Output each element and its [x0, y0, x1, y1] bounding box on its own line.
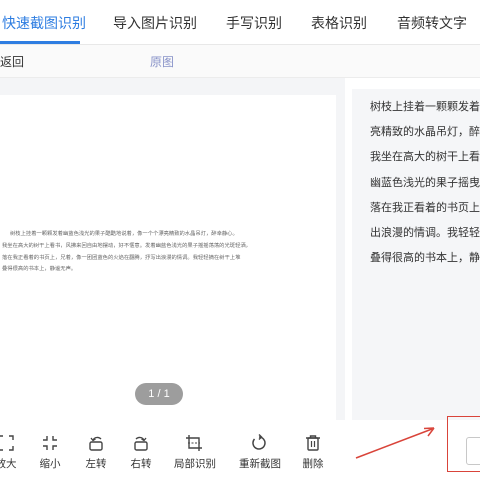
zoom-out-button[interactable]: 缩小	[30, 434, 70, 471]
tab-import-image[interactable]: 导入图片识别	[113, 13, 197, 33]
recapture-label: 重新截图	[239, 458, 281, 470]
captured-image-text: 树枝上挂着一颗颗发着幽蓝色浅光的果子酷酷地说着，像一个个漂亮精致的水晶吊灯，醉幸…	[2, 229, 334, 276]
tab-audio-to-text[interactable]: 音频转文字	[397, 13, 467, 33]
captured-text-line: 树枝上挂着一颗颗发着幽蓝色浅光的果子酷酷地说着，像一个个漂亮精致的水晶吊灯，醉幸…	[10, 231, 238, 237]
recapture-icon	[252, 434, 266, 450]
delete-label: 删除	[302, 458, 324, 470]
zoom-in-icon	[0, 435, 14, 451]
rotate-right-label: 右转	[130, 458, 152, 470]
trash-icon	[306, 435, 320, 451]
zoom-in-button[interactable]: 放大	[0, 434, 26, 471]
rotate-right-button[interactable]: 右转	[121, 434, 161, 471]
result-line: 落在我正看着的书页上，	[370, 202, 480, 214]
sub-bar: 返回 原图	[0, 45, 480, 78]
tab-table[interactable]: 表格识别	[311, 13, 367, 33]
zoom-out-icon	[43, 436, 57, 450]
result-line: 叠得很高的书本上，静谧	[370, 252, 480, 264]
rotate-right-icon	[134, 436, 148, 451]
captured-text-line: 叠得很高的书本上，静谧无声。	[2, 266, 77, 273]
highlighted-button[interactable]	[466, 437, 480, 465]
result-line: 出浪漫的情调。我轻轻摘	[370, 227, 480, 239]
annotation-highlight-box	[447, 416, 480, 472]
delete-button[interactable]: 删除	[293, 434, 333, 471]
page-indicator: 1 / 1	[135, 383, 183, 405]
rotate-left-icon	[89, 436, 103, 451]
partial-recognize-button[interactable]: 局部识别	[174, 434, 216, 471]
zoom-out-label: 缩小	[39, 458, 61, 470]
image-preview-panel: 树枝上挂着一颗颗发着幽蓝色浅光的果子酷酷地说着，像一个个漂亮精致的水晶吊灯，醉幸…	[0, 78, 345, 492]
rotate-left-button[interactable]: 左转	[76, 434, 116, 471]
result-line: 我坐在高大的树干上看书	[370, 151, 480, 163]
original-image-label[interactable]: 原图	[150, 53, 174, 70]
recapture-button[interactable]: 重新截图	[239, 434, 281, 471]
annotation-arrow	[355, 427, 435, 459]
back-button[interactable]: 返回	[0, 53, 24, 70]
partial-recognize-label: 局部识别	[174, 458, 216, 470]
crop-recognize-icon	[186, 435, 202, 451]
captured-text-line: 落在我正看着的书页上，兄着，像一团团蓝色的火焰在翻腾，抒写出浪漫的情调。我轻轻摘…	[2, 254, 241, 261]
active-tab-indicator	[0, 41, 80, 44]
result-line: 亮精致的水晶吊灯，醉幸	[370, 126, 480, 138]
tab-bar: 快速截图识别 导入图片识别 手写识别 表格识别 音频转文字	[0, 0, 480, 45]
result-line: 幽蓝色浅光的果子摇曳的	[370, 177, 480, 189]
recognition-result-panel[interactable]: 树枝上挂着一颗颗发着幽 亮精致的水晶吊灯，醉幸 我坐在高大的树干上看书 幽蓝色浅…	[352, 89, 480, 420]
tab-handwriting[interactable]: 手写识别	[226, 13, 282, 33]
zoom-in-label: 放大	[0, 458, 17, 470]
captured-text-line: 我坐在高大的树干上看书，风拂来回自由地摆动，好不惬意。发着幽蓝色浅光的果子摇摇荡…	[2, 242, 251, 249]
result-line: 树枝上挂着一颗颗发着幽	[370, 101, 480, 113]
rotate-left-label: 左转	[85, 458, 107, 470]
tab-quick-screenshot[interactable]: 快速截图识别	[2, 13, 86, 33]
